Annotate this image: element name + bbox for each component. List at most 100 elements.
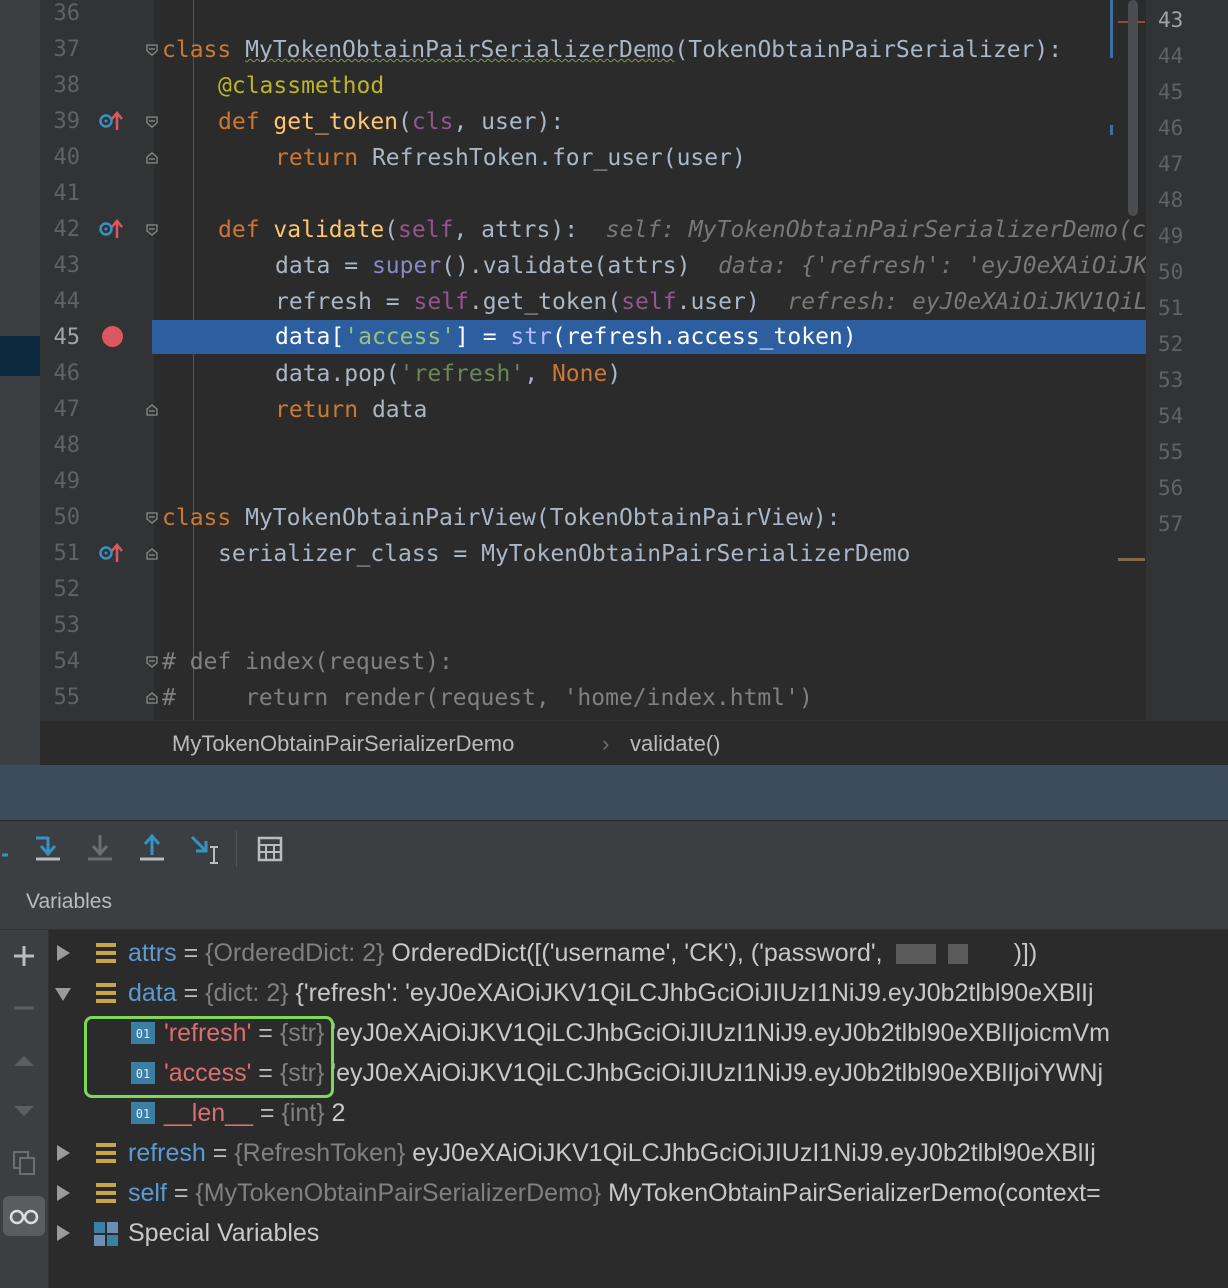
equals: = [176,979,206,1007]
code-text: RefreshToken.for_user(user) [358,145,746,171]
code-line[interactable]: refresh = self.get_token(self.user) refr… [275,284,1147,320]
show-watches-toggle[interactable] [3,1196,45,1236]
fold-marker-icon[interactable] [146,224,158,236]
fold-marker-icon[interactable] [146,44,158,56]
fold-end-marker-icon[interactable] [146,548,158,560]
fold-end-marker-icon[interactable] [146,692,158,704]
decorator: @classmethod [218,73,385,99]
code-line[interactable]: # return render(request, 'home/index.htm… [162,680,813,716]
glasses-icon [9,1209,39,1225]
redacted-value [895,944,936,965]
line-number[interactable]: 41 [40,176,81,212]
code-text: .get_token( [468,289,622,315]
line-number[interactable]: 39 [40,104,81,140]
override-method-icon[interactable] [98,218,124,240]
override-method-icon[interactable] [98,542,124,564]
code-editor[interactable]: 36 37 38 39 40 41 42 43 44 45 46 47 48 49 50 51 52 53 54 55… [0,0,1228,720]
keyword: class [162,37,232,63]
step-out-icon[interactable] [136,829,170,869]
field-list-icon [96,983,116,1003]
fold-end-marker-icon[interactable] [146,404,158,416]
step-into-my-code-icon[interactable] [32,829,66,869]
code-text: serializer_class = MyTokenObtainPairSeri… [218,541,911,567]
split-line-number: 44 [1158,44,1184,68]
split-line-number: 53 [1158,368,1184,392]
line-number[interactable]: 42 [40,212,81,248]
line-number[interactable]: 50 [40,500,81,536]
line-number[interactable]: 47 [40,392,81,428]
copy-icon[interactable] [12,1150,38,1176]
equals: = [252,1099,282,1127]
split-line-number: 45 [1158,80,1184,104]
breadcrumb-class[interactable]: MyTokenObtainPairSerializerDemo [172,731,514,757]
line-number[interactable]: 49 [40,464,81,500]
line-number[interactable]: 48 [40,428,81,464]
expand-arrow[interactable] [57,1213,70,1253]
comment: # return render(request, 'home/index.htm… [162,685,813,711]
code-line[interactable]: data = super().validate(attrs) data: {'r… [275,248,1147,284]
line-number[interactable]: 53 [40,608,81,644]
evaluate-expression-icon[interactable] [254,829,288,869]
move-down-icon[interactable] [12,1100,36,1124]
code-text: (TokenObtainPairSerializer): [674,37,1063,63]
code-text: ( [398,109,412,135]
string-literal: 'refresh' [399,361,525,387]
breadcrumb-method[interactable]: validate() [630,731,720,757]
equals: = [205,1139,235,1167]
line-number[interactable]: 44 [40,284,81,320]
code-line[interactable]: return RefreshToken.for_user(user) [275,140,746,176]
add-watch-icon[interactable] [12,944,36,968]
expand-arrow[interactable] [57,933,70,973]
fold-marker-icon[interactable] [146,116,158,128]
project-tool-strip[interactable] [0,0,40,765]
code-line[interactable]: def get_token(cls, user): [218,104,564,140]
run-to-cursor-icon[interactable] [188,829,222,869]
line-number[interactable]: 38 [40,68,81,104]
change-marker [1110,0,1113,58]
keyword: class [162,505,232,531]
move-up-icon[interactable] [12,1048,36,1072]
breakpoint-icon[interactable] [102,326,123,347]
split-line-number: 52 [1158,332,1184,356]
variable-type: {OrderedDict: 2} [205,939,385,967]
code-line[interactable]: class MyTokenObtainPairView(TokenObtainP… [162,500,841,536]
code-line[interactable]: serializer_class = MyTokenObtainPairSeri… [218,536,910,572]
line-number[interactable]: 45 [40,320,81,356]
code-line[interactable]: data.pop('refresh', None) [275,356,621,392]
remove-watch-icon[interactable] [12,996,36,1020]
split-line-number: 50 [1158,260,1184,284]
editor-scrollbar[interactable] [1110,0,1146,720]
code-line[interactable]: def validate(self, attrs): self: MyToken… [218,212,1146,248]
line-number[interactable]: 37 [40,32,81,68]
expand-arrow[interactable] [57,1133,70,1173]
fold-marker-icon[interactable] [146,512,158,524]
code-line[interactable]: @classmethod [218,68,384,104]
field-list-icon [96,1183,116,1203]
code-line[interactable]: return data [275,392,427,428]
line-number[interactable]: 52 [40,572,81,608]
variables-tree[interactable]: attrs = {OrderedDict: 2} OrderedDict([('… [49,930,1228,1288]
code-line[interactable]: # def index(request): [162,644,453,680]
fold-marker-icon[interactable] [146,656,158,668]
force-step-into-icon[interactable] [84,829,118,869]
expand-arrow[interactable] [57,1173,70,1213]
override-method-icon[interactable] [98,110,124,132]
line-number[interactable]: 36 [40,0,81,32]
line-number[interactable]: 46 [40,356,81,392]
line-number[interactable]: 55 [40,680,81,716]
code-line-current[interactable]: data['access'] = str(refresh.access_toke… [275,319,857,355]
scrollbar-thumb[interactable] [1128,0,1138,216]
debug-toolbar [0,820,1228,878]
collapse-arrow[interactable] [55,973,71,1013]
line-number[interactable]: 54 [40,644,81,680]
line-number[interactable]: 40 [40,140,81,176]
code-line[interactable]: class MyTokenObtainPairSerializerDemo(To… [162,32,1062,68]
step-over-icon[interactable] [0,829,34,869]
fold-end-marker-icon[interactable] [146,152,158,164]
variable-value: {'refresh': 'eyJ0eXAiOiJKV1QiLCJhbGciOiJ… [288,979,1094,1007]
builtin: str [510,324,552,350]
variable-type: {RefreshToken} [234,1139,406,1167]
line-number[interactable]: 43 [40,248,81,284]
line-number[interactable]: 51 [40,536,81,572]
field-list-icon [96,943,116,963]
